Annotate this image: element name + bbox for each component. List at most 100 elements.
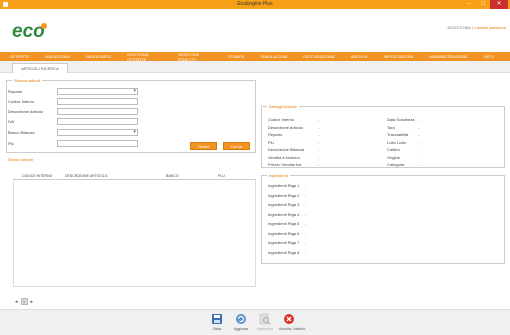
reparto-select[interactable] bbox=[57, 88, 138, 95]
menu-item-archivi[interactable]: ARCHIVI bbox=[351, 54, 368, 59]
descrizione-input[interactable] bbox=[57, 108, 138, 115]
detail-value: - bbox=[318, 147, 320, 152]
codice-input[interactable] bbox=[57, 98, 138, 105]
menu-item-gestione-fidelity[interactable]: GESTIONE FIDELITY bbox=[178, 52, 212, 62]
minimize-button[interactable]: – bbox=[462, 0, 476, 9]
preview-button[interactable]: Anteprima bbox=[255, 313, 275, 331]
detail-value: - bbox=[418, 132, 420, 137]
ingredient-value: - bbox=[305, 192, 307, 198]
detail-label: Lotto Lotto bbox=[387, 139, 406, 145]
maximize-button[interactable]: □ bbox=[476, 0, 490, 9]
iva-label: IVA bbox=[8, 119, 15, 124]
menu-item-fatturazione[interactable]: FATTURAZIONE bbox=[303, 54, 334, 59]
ingredient-value: - bbox=[305, 202, 307, 207]
detail-value: - bbox=[418, 124, 420, 130]
tab-strip: ARTICOLI RICERCA bbox=[0, 61, 510, 73]
detail-label: Descrizione Bilancia bbox=[268, 147, 305, 152]
magnifier-icon bbox=[259, 313, 271, 325]
detail-label: Tracciabilità bbox=[387, 132, 409, 137]
ingredient-label: Ingredienti Riga 6 bbox=[268, 230, 300, 236]
codice-label: Codice Interno bbox=[8, 99, 35, 104]
close-button[interactable]: ✕ bbox=[490, 0, 508, 9]
menu-item-gestione-offerte[interactable]: GESTIONE OFFERTE bbox=[127, 52, 162, 62]
menu-item-impostazioni[interactable]: IMPOSTAZIONI bbox=[384, 54, 414, 59]
user-name: AGOSTO/BA bbox=[447, 25, 471, 30]
footer-toolbar: Salva Aggiorna Anteprima Annulla / Indie… bbox=[0, 309, 510, 335]
page-number[interactable]: 1 bbox=[20, 298, 28, 305]
window-titlebar: EcoEngine Plus – □ ✕ bbox=[0, 0, 510, 9]
detail-label: Plu bbox=[268, 139, 274, 145]
menu-item-amministrazione[interactable]: AMMINISTRAZIONE bbox=[429, 54, 468, 59]
descrizione-label: Descrizione Articolo bbox=[8, 109, 44, 114]
detail-value: - bbox=[418, 117, 420, 122]
ingredient-value: - bbox=[305, 240, 307, 245]
detail-value: - bbox=[318, 139, 320, 145]
menu-item-magazzino[interactable]: MAGAZZINO bbox=[45, 54, 70, 59]
change-password-link[interactable]: Cambia password bbox=[474, 25, 506, 30]
iva-input[interactable] bbox=[57, 118, 138, 125]
svg-text:eco: eco bbox=[12, 21, 45, 42]
col-banco[interactable]: BANCO bbox=[166, 174, 178, 178]
detail-label: Prezzo Vendita Iva bbox=[268, 162, 302, 167]
col-codice[interactable]: CODICE INTERNO bbox=[22, 174, 52, 178]
cancel-button[interactable]: Annulla / Indietro bbox=[279, 313, 305, 331]
ingredient-label: Ingredienti Riga 4 bbox=[268, 211, 300, 217]
ingredient-label: Ingredienti Riga 5 bbox=[268, 221, 300, 226]
reset-button[interactable]: Reset bbox=[190, 142, 217, 150]
menu-item-info[interactable]: INFO bbox=[484, 54, 494, 59]
prev-page-icon[interactable]: ◂ bbox=[15, 299, 18, 305]
menu-item-inventario[interactable]: INVENTARIO bbox=[86, 54, 111, 59]
floppy-icon bbox=[212, 314, 222, 324]
detail-label: Calibro bbox=[387, 147, 400, 152]
window-title: EcoEngine Plus bbox=[237, 1, 273, 7]
main-menu: OFFERTE MAGAZZINO INVENTARIO GESTIONE OFFER… bbox=[0, 52, 510, 62]
detail-label: Descrizione Articolo bbox=[268, 124, 304, 130]
detail-value: - bbox=[318, 132, 320, 137]
articles-grid[interactable] bbox=[13, 180, 256, 287]
col-descrizione[interactable]: DESCRIZIONE ARTICOLO bbox=[65, 174, 108, 178]
refresh-button[interactable]: Aggiorna bbox=[231, 313, 251, 331]
search-legend: Ricerca articoli bbox=[12, 78, 43, 83]
detail-label: Codice Interno bbox=[268, 117, 295, 122]
grid-header: CODICE INTERNO DESCRIZIONE ARTICOLO BANC… bbox=[13, 172, 256, 180]
ingredient-value: - bbox=[305, 230, 307, 236]
save-button[interactable]: Salva bbox=[207, 313, 227, 331]
plu-input[interactable] bbox=[57, 140, 138, 147]
detail-label: Vendita A Numero bbox=[268, 154, 301, 160]
detail-value: - bbox=[318, 162, 320, 167]
detail-label: Reparto bbox=[268, 132, 283, 137]
ingredient-label: Ingredienti Riga 8 bbox=[268, 249, 300, 255]
ingredient-value: - bbox=[305, 221, 307, 226]
detail-value: - bbox=[418, 162, 420, 167]
next-page-icon[interactable]: ▸ bbox=[31, 299, 34, 305]
ingredients-legend: Ingredienti bbox=[267, 173, 290, 178]
user-bar: AGOSTO/BA | Cambia password bbox=[447, 25, 506, 30]
menu-item-offerte[interactable]: OFFERTE bbox=[10, 54, 29, 59]
ingredient-value: - bbox=[305, 183, 307, 188]
detail-label: Data Scadenza bbox=[387, 117, 415, 122]
tab-articoli-ricerca[interactable]: ARTICOLI RICERCA bbox=[12, 63, 68, 73]
ingredient-label: Ingredienti Riga 2 bbox=[268, 192, 300, 198]
banco-label: Banco Bilancia bbox=[8, 130, 35, 135]
refresh-icon bbox=[236, 314, 246, 324]
detail-value: - bbox=[418, 154, 420, 160]
ingredient-label: Ingredienti Riga 1 bbox=[268, 183, 300, 188]
menu-item-simulazioni[interactable]: SIMULAZIONI bbox=[261, 54, 288, 59]
detail-label: Origine bbox=[387, 154, 400, 160]
search-button[interactable]: Cerca bbox=[223, 142, 250, 150]
ingredient-value: - bbox=[305, 211, 307, 217]
pager: ◂ 1 ▸ bbox=[15, 298, 33, 305]
ingredient-value: - bbox=[305, 249, 307, 255]
col-plu[interactable]: PLU bbox=[218, 174, 225, 178]
detail-value: - bbox=[318, 124, 320, 130]
detail-label: Tara bbox=[387, 124, 395, 130]
detail-value: - bbox=[318, 154, 320, 160]
detail-label: Categoria bbox=[387, 162, 405, 167]
plu-label: Plu bbox=[8, 141, 14, 146]
ingredient-label: Ingredienti Riga 3 bbox=[268, 202, 300, 207]
banco-select[interactable] bbox=[57, 129, 138, 136]
ingredient-label: Ingredienti Riga 7 bbox=[268, 240, 300, 245]
menu-item-stampe[interactable]: STAMPE bbox=[228, 54, 245, 59]
reparto-label: Reparto bbox=[8, 89, 23, 94]
eco-logo: eco bbox=[12, 21, 47, 42]
